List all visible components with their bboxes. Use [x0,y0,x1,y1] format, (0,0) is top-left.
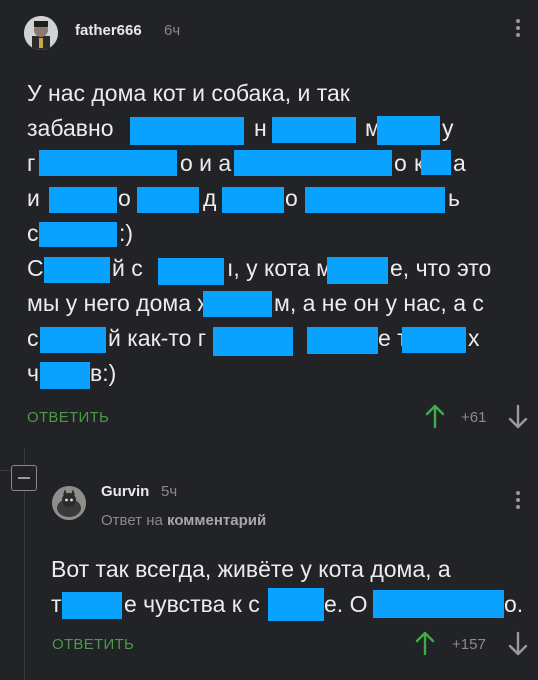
redaction-block [327,257,388,284]
text-fragment: й с [112,255,143,281]
redaction-block [305,187,445,213]
avatar-cat [52,486,86,520]
comment-text-line: Вот так всегда, живёте у кота дома, а [51,556,451,582]
text-fragment: е чувства к с [124,591,260,617]
vote-count: +61 [461,409,487,426]
username[interactable]: father666 [75,22,142,39]
comment-text-line: и [27,185,40,211]
text-fragment: о. [504,591,524,617]
text-fragment: е, что это [390,255,492,281]
redaction-block [49,187,117,213]
redaction-block [44,257,110,283]
comment-text-line: г [27,150,36,176]
text-fragment: м, а не он у нас, а с [274,290,484,316]
avatar[interactable] [24,16,58,50]
text-fragment: н [254,115,267,141]
redaction-block [40,362,90,389]
text-fragment: й как-то г [108,325,207,351]
redaction-block [421,150,451,175]
text-fragment: д [203,185,217,211]
comment-time: 5ч [161,483,178,500]
text-fragment: о [394,150,407,176]
comment-time: 6ч [164,22,181,39]
redaction-block [39,150,177,176]
vote-count: +157 [452,636,486,653]
more-options-icon[interactable] [515,16,521,40]
downvote-arrow-icon[interactable] [507,403,529,434]
redaction-block [213,327,293,356]
comment-text-line: мы у него дома ж [27,290,213,316]
redaction-block [272,117,356,143]
redaction-block [137,187,199,213]
redaction-block [377,116,440,145]
reply-button[interactable]: ОТВЕТИТЬ [52,636,134,653]
reply-to-label: Ответ на комментарий [101,512,266,529]
redaction-block [203,291,272,317]
text-fragment: ı, у кота м [227,255,332,281]
redaction-block [402,327,466,353]
text-fragment: у [442,115,454,141]
text-fragment: е. О [324,591,368,617]
collapse-thread-icon[interactable] [11,465,37,491]
redaction-block [268,588,324,621]
redaction-block [234,150,392,176]
more-options-icon[interactable] [515,488,521,512]
downvote-arrow-icon[interactable] [507,630,529,661]
comment-text-line: с [27,220,39,246]
comment-text-line: забавно [27,111,114,146]
text-fragment: х [468,325,480,351]
avatar[interactable] [52,486,86,520]
comment-text-line: ч [27,360,39,386]
text-fragment: в:) [90,360,117,386]
redaction-block [130,117,244,145]
redaction-block [307,327,378,354]
text-fragment: а [453,150,466,176]
redaction-block [158,258,224,285]
redaction-block [373,590,504,618]
comment-text-line: У нас дома кот и собака, и так [27,80,350,106]
text-fragment: :) [119,220,134,246]
upvote-arrow-icon[interactable] [424,403,446,434]
username[interactable]: Gurvin [101,483,149,500]
reply-to-link[interactable]: комментарий [167,512,266,529]
redaction-block [40,327,106,353]
redaction-block [39,222,117,247]
avatar-priest [24,16,58,50]
reply-to-text: Ответ на [101,512,163,529]
text-fragment: о и а [180,150,232,176]
text-fragment: забавно [27,115,114,141]
text-fragment: т [51,591,62,617]
text-fragment: ь [448,185,460,211]
upvote-arrow-icon[interactable] [414,630,436,661]
redaction-block [62,592,122,619]
redaction-block [222,187,284,213]
comment-text-line: С [27,255,44,281]
comment-text-line: с [27,325,39,351]
reply-button[interactable]: ОТВЕТИТЬ [27,409,109,426]
